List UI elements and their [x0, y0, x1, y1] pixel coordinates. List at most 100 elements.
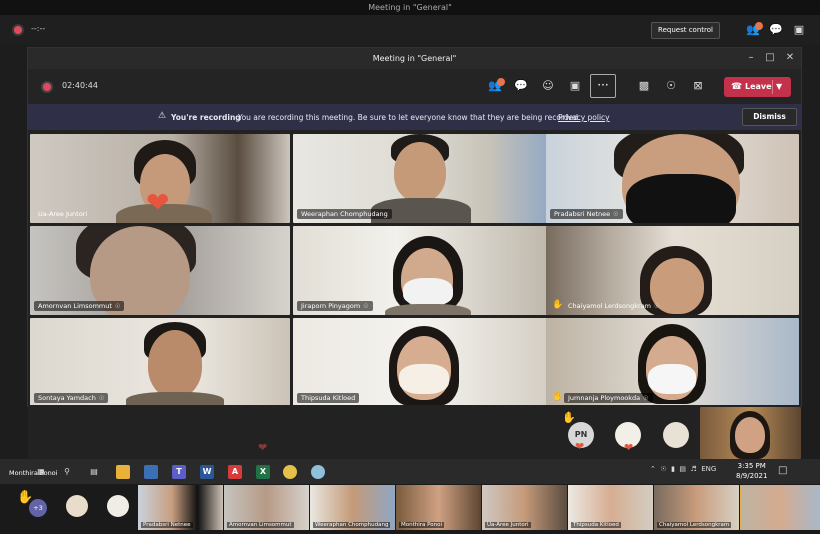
outer-timer: --:-- [31, 24, 46, 33]
app-icon[interactable] [144, 465, 158, 479]
close-icon[interactable]: ✕ [782, 51, 798, 65]
mic-muted-icon: ☉ [613, 211, 619, 218]
mic-muted-icon: ☉ [363, 303, 369, 310]
system-tray: ⌃ ☉ ▮ ▤ ♬ ENG [650, 465, 716, 473]
notification-icon[interactable]: □ [778, 465, 787, 476]
participant-name: Ua-Aree Juntori [34, 209, 91, 219]
request-control-button[interactable]: Request control [651, 22, 720, 39]
thumb-name: Ua-Aree Juntori [485, 522, 531, 528]
phone-icon: ☎ [731, 82, 743, 92]
clock[interactable]: 3:35 PM 8/9/2021 [736, 461, 767, 481]
chevron-down-icon[interactable]: ▼ [776, 77, 782, 97]
microphone-icon[interactable]: ☉ [662, 78, 680, 94]
language-indicator[interactable]: ENG [701, 465, 716, 473]
meeting-timer: 02:40:44 [62, 81, 98, 90]
acrobat-icon[interactable]: A [228, 465, 242, 479]
outer-window-title: Meeting in "General" [0, 0, 820, 15]
strip-thumb[interactable]: Thipsuda Kitloed [568, 485, 653, 530]
task-view-icon[interactable]: ▤ [87, 465, 101, 479]
thumb-name: Chaiyamol Lerdsongkram [657, 522, 732, 528]
avatar[interactable] [107, 495, 129, 517]
battery-icon[interactable]: ▮ [671, 465, 675, 473]
video-tile[interactable]: ✋ Chaiyamol Lerdsongkram ☉ [546, 226, 799, 315]
chat-icon[interactable]: 💬 [512, 78, 530, 94]
heart-reaction-icon: ❤ [624, 441, 634, 454]
video-tile[interactable]: Sontaya Yamdach ☉ [30, 318, 290, 407]
video-tile[interactable]: Pradabsri Netnee ☉ [546, 134, 799, 223]
chrome-icon[interactable] [283, 465, 297, 479]
participant-name-text: Pradabsri Netnee [554, 210, 611, 218]
strip-thumb[interactable] [740, 485, 820, 530]
dismiss-button[interactable]: Dismiss [742, 108, 797, 126]
outer-share-icon[interactable]: ▣ [791, 22, 807, 38]
thumb-name: Amornvan Limsommut [227, 522, 294, 528]
strip-thumb[interactable]: Pradabsri Netnee [138, 485, 223, 530]
people-badge [497, 78, 505, 86]
thumb-name: Thipsuda Kitloed [571, 522, 621, 528]
heart-reaction-icon: ❤ [575, 440, 585, 453]
chevron-up-icon[interactable]: ⌃ [650, 465, 656, 473]
participant-name-text: Ua-Aree Juntori [38, 210, 88, 218]
paint-icon[interactable] [311, 465, 325, 479]
screen: Meeting in "General" --:-- Request contr… [0, 0, 820, 534]
thumb-name: Monthira Ponoi [399, 522, 445, 528]
heart-reaction-icon: ❤ [146, 186, 170, 219]
windows-start-icon[interactable]: ▦ [34, 465, 48, 479]
leave-button[interactable]: ☎ Leave ▼ [724, 77, 791, 97]
thumb-name: Pradabsri Netnee [141, 522, 193, 528]
volume-icon[interactable]: ♬ [690, 465, 696, 473]
banner-title: You're recording [171, 113, 241, 122]
strip-thumb[interactable]: Amornvan Limsommut [224, 485, 309, 530]
video-tile[interactable]: Jiraporn Pinyagom ☉ [293, 226, 553, 315]
meeting-window: Meeting in "General" – □ ✕ 02:40:44 👥 💬 … [27, 47, 802, 460]
clock-date: 8/9/2021 [736, 472, 768, 480]
mic-muted-icon: ☉ [643, 395, 649, 402]
rooms-icon[interactable]: ▣ [566, 78, 584, 94]
banner-message: You are recording this meeting. Be sure … [238, 113, 581, 122]
video-tile[interactable]: Weeraphan Chomphudang [293, 134, 553, 223]
participant-name: Chaiyamol Lerdsongkram ☉ [564, 301, 663, 311]
raised-hand-icon: ✋ [552, 300, 564, 310]
more-actions-button[interactable]: ··· [590, 74, 616, 98]
strip-thumb[interactable]: Monthira Ponoi [396, 485, 481, 530]
mic-muted-icon: ☉ [98, 395, 105, 402]
participant-face [148, 330, 202, 398]
network-icon[interactable]: ▤ [679, 465, 686, 473]
mic-muted-icon: ☉ [654, 303, 660, 310]
strip-thumb[interactable]: Ua-Aree Juntori [482, 485, 567, 530]
participant-name-text: Weeraphan Chomphudang [301, 210, 388, 218]
microphone-tray-icon[interactable]: ☉ [660, 465, 666, 473]
privacy-policy-link[interactable]: Privacy policy [558, 113, 610, 122]
avatar[interactable] [663, 422, 689, 448]
outer-chat-icon[interactable]: 💬 [768, 22, 784, 38]
camera-icon[interactable]: ▩ [635, 78, 653, 94]
participant-name: Sontaya Yamdach ☉ [34, 393, 109, 403]
teams-icon[interactable]: T [172, 465, 186, 479]
participant-name: Jiraporn Pinyagom ☉ [297, 301, 373, 311]
self-video-tile[interactable] [700, 407, 801, 459]
video-tile[interactable]: Thipsuda Kitloed [293, 318, 553, 407]
video-tile[interactable]: Amornvan Limsommut ☉ [30, 226, 290, 315]
participant-name: Thipsuda Kitloed [297, 393, 360, 403]
face-mask [399, 364, 449, 394]
maximize-icon[interactable]: □ [762, 51, 778, 65]
more-participants-badge[interactable]: +3 [29, 499, 47, 517]
participant-name: Jumnanja Ploymookda ☉ [564, 393, 653, 403]
word-icon[interactable]: W [200, 465, 214, 479]
reactions-icon[interactable]: ☺ [539, 78, 557, 94]
participant-name-text: Sontaya Yamdach [38, 394, 96, 402]
strip-thumb[interactable]: Weeraphan Chomphudang [310, 485, 395, 530]
minimize-icon[interactable]: – [743, 51, 759, 65]
strip-thumb[interactable]: Chaiyamol Lerdsongkram [654, 485, 739, 530]
recording-icon [43, 83, 51, 91]
share-tray-icon[interactable]: ⊠ [689, 78, 707, 94]
participant-name-text: Jumnanja Ploymookda [568, 394, 641, 402]
video-tile[interactable]: ✋ Jumnanja Ploymookda ☉ [546, 318, 799, 407]
excel-icon[interactable]: X [256, 465, 270, 479]
video-tile[interactable]: ❤ Ua-Aree Juntori [30, 134, 290, 223]
heart-reaction-icon: ❤ [258, 441, 268, 454]
search-icon[interactable]: ⚲ [60, 465, 74, 479]
recording-banner: ⚠ You're recording You are recording thi… [28, 104, 801, 130]
file-explorer-icon[interactable] [116, 465, 130, 479]
avatar[interactable] [66, 495, 88, 517]
